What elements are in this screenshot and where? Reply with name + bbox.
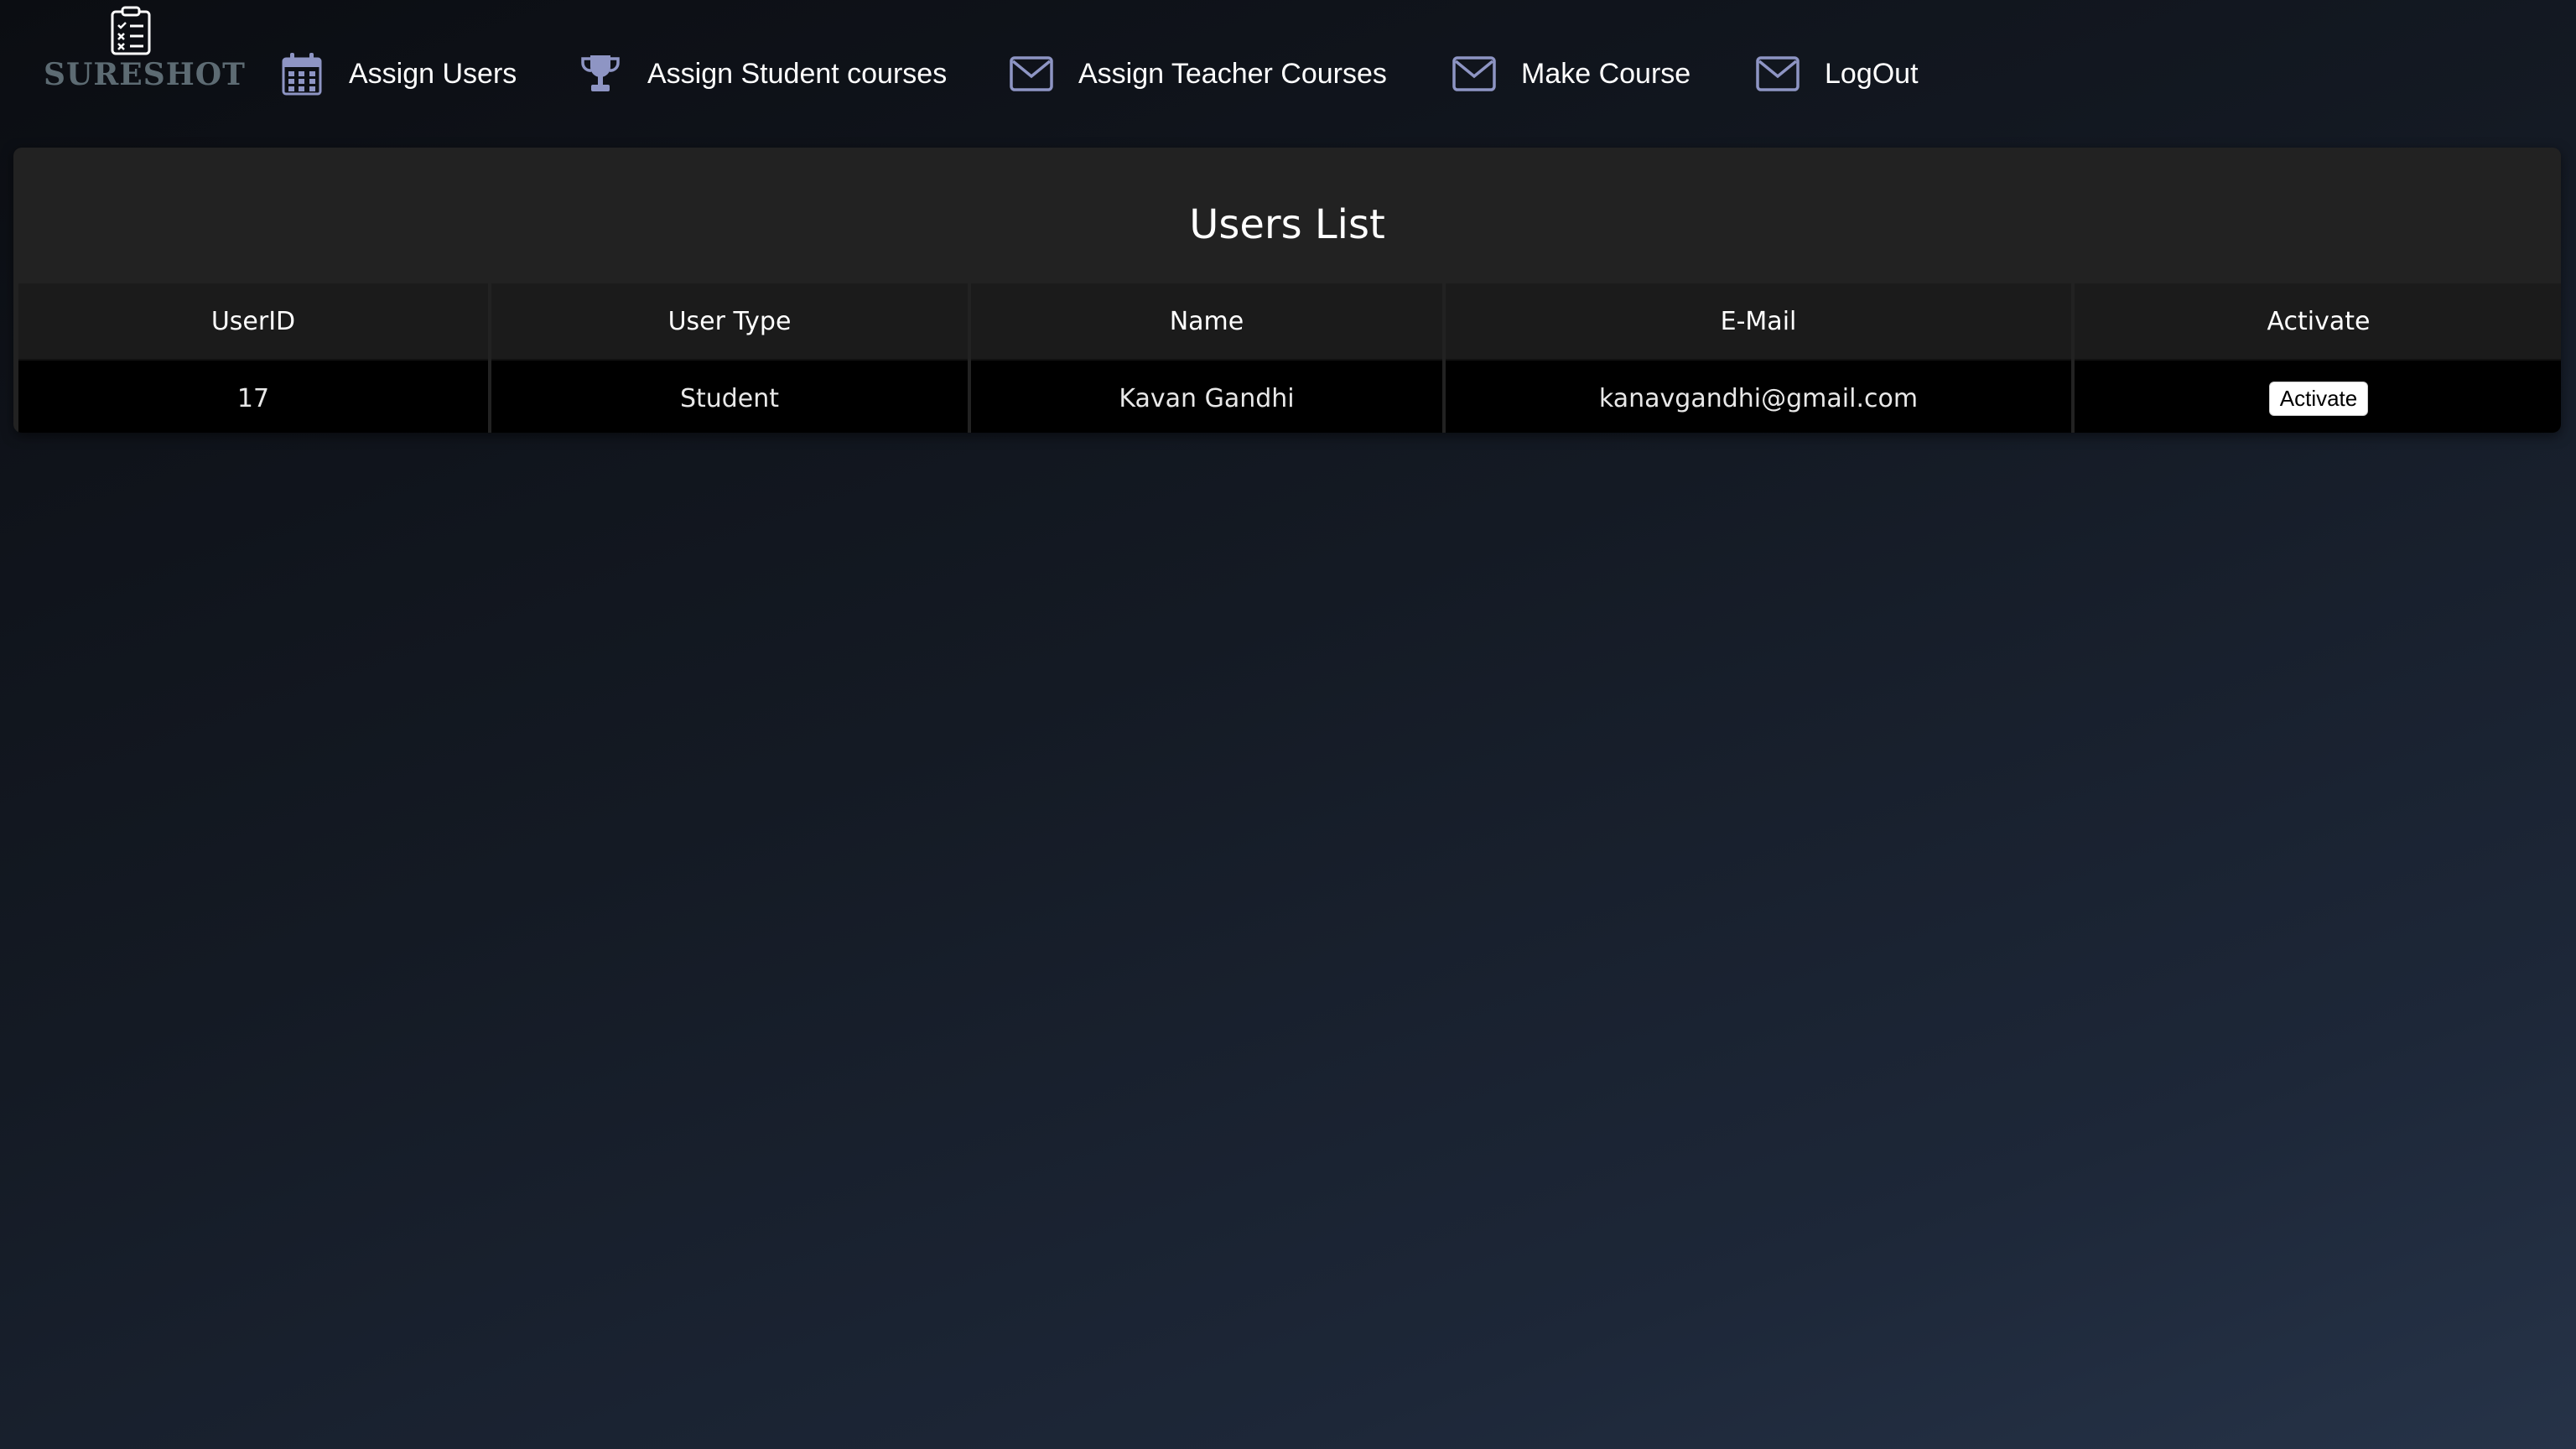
column-header-activate: Activate bbox=[2075, 283, 2561, 359]
envelope-icon bbox=[1756, 52, 1800, 96]
activate-button[interactable]: Activate bbox=[2268, 381, 2369, 416]
nav-logout[interactable]: LogOut bbox=[1756, 40, 1919, 107]
nav-label: LogOut bbox=[1825, 57, 1919, 90]
users-list-panel: Users List UserID User Type Name E-Mail … bbox=[13, 148, 2561, 433]
nav-label: Assign Teacher Courses bbox=[1078, 57, 1387, 90]
nav-label: Assign Student courses bbox=[647, 57, 948, 90]
sureshot-logo[interactable]: SURESHOT bbox=[44, 5, 246, 97]
nav-label: Assign Users bbox=[349, 57, 517, 90]
calendar-icon bbox=[280, 52, 324, 96]
cell-user-type: Student bbox=[491, 359, 968, 433]
cell-email: kanavgandhi@gmail.com bbox=[1446, 359, 2071, 433]
column-header-userid: UserID bbox=[18, 283, 488, 359]
clipboard-checklist-icon bbox=[111, 6, 151, 55]
column-header-email: E-Mail bbox=[1446, 283, 2071, 359]
table-header-row: UserID User Type Name E-Mail Activate bbox=[18, 283, 2561, 359]
cell-activate: Activate bbox=[2075, 359, 2561, 433]
page-title: Users List bbox=[1189, 201, 1385, 248]
nav-assign-teacher-courses[interactable]: Assign Teacher Courses bbox=[1010, 40, 1387, 107]
users-table: UserID User Type Name E-Mail Activate 17… bbox=[15, 283, 2561, 433]
trophy-icon bbox=[579, 52, 622, 96]
table-row: 17 Student Kavan Gandhi kanavgandhi@gmai… bbox=[18, 359, 2561, 433]
nav-label: Make Course bbox=[1521, 57, 1691, 90]
nav-make-course[interactable]: Make Course bbox=[1452, 40, 1690, 107]
envelope-icon bbox=[1452, 52, 1496, 96]
column-header-user-type: User Type bbox=[491, 283, 968, 359]
column-header-name: Name bbox=[971, 283, 1442, 359]
envelope-icon bbox=[1010, 52, 1053, 96]
top-navbar: SURESHOT Assign Users Assign Student cou… bbox=[0, 0, 2576, 148]
logo-text: SURESHOT bbox=[44, 57, 246, 92]
cell-userid: 17 bbox=[18, 359, 488, 433]
nav-assign-users[interactable]: Assign Users bbox=[280, 40, 517, 107]
cell-name: Kavan Gandhi bbox=[971, 359, 1442, 433]
nav-assign-student-courses[interactable]: Assign Student courses bbox=[579, 40, 947, 107]
